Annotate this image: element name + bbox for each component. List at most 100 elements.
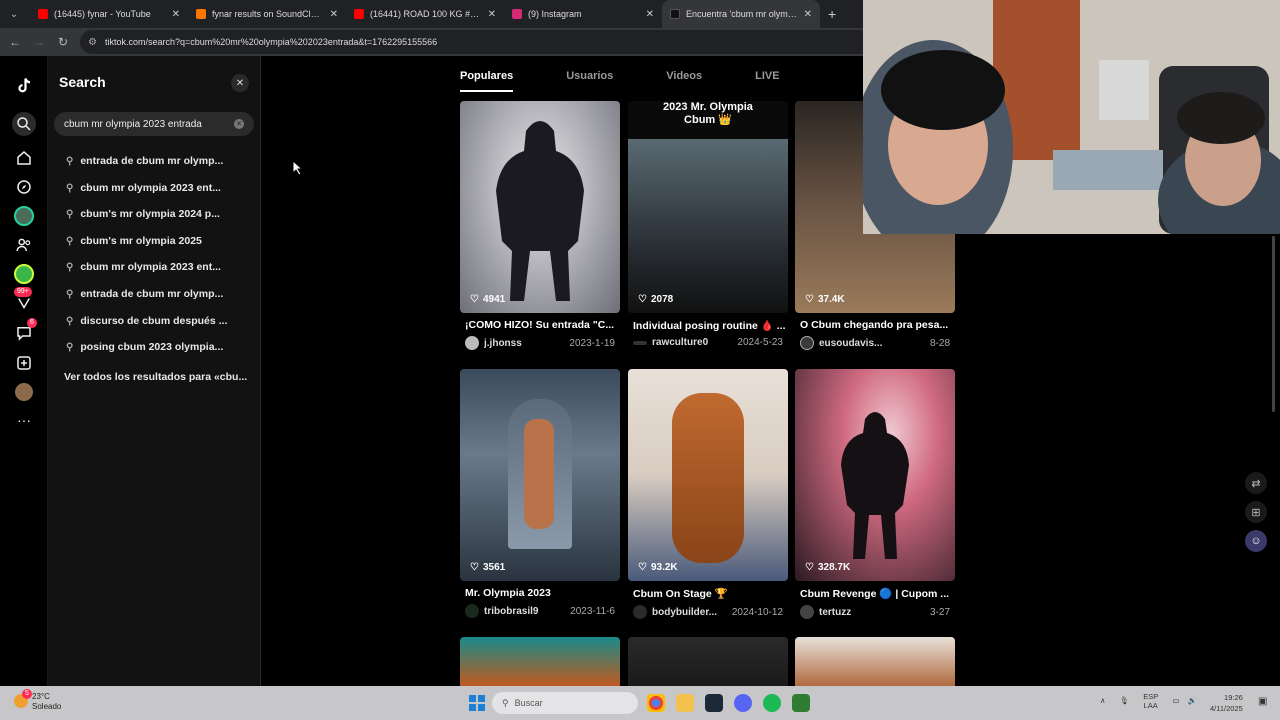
- search-suggestion[interactable]: ⚲ cbum mr olympia 2023 ent...: [66, 178, 256, 198]
- clock[interactable]: 19:26 4/11/2025: [1210, 692, 1243, 714]
- video-caption[interactable]: O Cbum chegando pra pesa...: [795, 319, 955, 331]
- browser-tab-tiktok[interactable]: Encuentra 'cbum mr olympia 2( ✕: [662, 0, 820, 28]
- search-suggestion[interactable]: ⚲ posing cbum 2023 olympia...: [66, 337, 256, 357]
- site-info-icon[interactable]: ⚙: [88, 37, 97, 48]
- username[interactable]: j.jhonss: [484, 338, 565, 349]
- close-tab-icon[interactable]: ✕: [804, 9, 812, 20]
- close-tab-icon[interactable]: ✕: [646, 9, 654, 20]
- search-icon[interactable]: [12, 112, 36, 136]
- taskbar-search[interactable]: ⚲ Buscar: [492, 692, 638, 714]
- username[interactable]: bodybuilder...: [652, 607, 728, 618]
- discord-icon[interactable]: [734, 694, 752, 712]
- video-thumbnail[interactable]: 2023 Mr. Olympia Cbum 👑 ♡ 2078: [628, 101, 788, 313]
- app-icon[interactable]: [792, 694, 810, 712]
- video-thumbnail[interactable]: ♡ 93.2K: [628, 369, 788, 581]
- grid-tool-icon[interactable]: ⊞: [1245, 501, 1267, 523]
- weather-condition: Soleado: [32, 702, 62, 711]
- browser-tab-soundcloud[interactable]: fynar results on SoundCloud ✕: [188, 0, 346, 28]
- tab-live[interactable]: LIVE: [755, 70, 779, 92]
- language-indicator[interactable]: ESP LAA: [1143, 692, 1158, 710]
- file-explorer-icon[interactable]: [676, 694, 694, 712]
- live-icon[interactable]: [12, 262, 36, 286]
- tiktok-logo-icon[interactable]: [12, 74, 36, 98]
- microphone-icon[interactable]: 🎙: [1120, 696, 1130, 705]
- tray-chevron-icon[interactable]: ∧: [1100, 696, 1106, 705]
- video-caption[interactable]: Cbum On Stage 🏆: [628, 587, 788, 600]
- search-placeholder: Buscar: [514, 698, 543, 708]
- scrollbar[interactable]: [1272, 236, 1275, 412]
- profile-avatar-icon[interactable]: [12, 380, 36, 404]
- avatar[interactable]: [465, 336, 479, 350]
- explore-icon[interactable]: [12, 175, 36, 199]
- reload-icon[interactable]: ↻: [51, 35, 75, 49]
- activity-icon[interactable]: 99+: [12, 287, 36, 315]
- tab-users[interactable]: Usuarios: [566, 70, 613, 92]
- avatar[interactable]: [800, 605, 814, 619]
- following-avatar-icon[interactable]: [12, 204, 36, 228]
- video-thumbnail[interactable]: [795, 637, 955, 686]
- video-thumbnail[interactable]: ♡ 3561: [460, 369, 620, 581]
- tab-search-menu-icon[interactable]: ⌄: [4, 4, 24, 24]
- username[interactable]: tribobrasil9: [484, 606, 566, 617]
- avatar[interactable]: [800, 336, 814, 350]
- close-tab-icon[interactable]: ✕: [488, 9, 496, 20]
- search-suggestion[interactable]: ⚲ entrada de cbum mr olymp...: [66, 284, 256, 304]
- avatar[interactable]: [465, 604, 479, 618]
- back-arrow-icon[interactable]: ←: [3, 35, 27, 49]
- translate-icon[interactable]: ⇄: [1245, 472, 1267, 494]
- video-thumbnail[interactable]: [628, 637, 788, 686]
- avatar[interactable]: [633, 340, 647, 345]
- windows-start-icon[interactable]: [469, 695, 485, 711]
- video-caption[interactable]: ¡COMO HIZO! Su entrada "C...: [460, 319, 620, 331]
- video-card[interactable]: ♡ 93.2K Cbum On Stage 🏆 bodybuilder... 20…: [628, 369, 788, 619]
- video-thumbnail[interactable]: ♡ 328.7K: [795, 369, 955, 581]
- username[interactable]: eusoudavis...: [819, 338, 926, 349]
- suggestion-text: cbum's mr olympia 2024 p...: [80, 208, 220, 220]
- avatar[interactable]: [633, 605, 647, 619]
- close-tab-icon[interactable]: ✕: [172, 9, 180, 20]
- browser-tab-youtube-1[interactable]: (16445) fynar - YouTube ✕: [30, 0, 188, 28]
- video-thumbnail[interactable]: [460, 637, 620, 686]
- username[interactable]: tertuzz: [819, 607, 926, 618]
- video-card[interactable]: ♡ 3561 Mr. Olympia 2023 tribobrasil9 2023…: [460, 369, 620, 618]
- close-tab-icon[interactable]: ✕: [330, 9, 338, 20]
- search-input[interactable]: cbum mr olympia 2023 entrada ✕: [54, 112, 254, 136]
- more-icon[interactable]: ···: [12, 408, 36, 432]
- video-card[interactable]: ♡ 328.7K Cbum Revenge 🔵 | Cupom ... tertu…: [795, 369, 955, 619]
- inbox-icon[interactable]: 6: [12, 318, 37, 345]
- search-suggestion[interactable]: ⚲ discurso de cbum después ...: [66, 311, 256, 331]
- new-tab-icon[interactable]: +: [828, 6, 836, 22]
- browser-tab-youtube-2[interactable]: (16441) ROAD 100 KG #2 / Mi p ✕: [346, 0, 504, 28]
- video-card[interactable]: 2023 Mr. Olympia Cbum 👑 ♡ 2078 Individual…: [628, 101, 788, 348]
- close-icon[interactable]: ✕: [231, 74, 249, 92]
- clear-search-icon[interactable]: ✕: [234, 119, 244, 129]
- chrome-icon[interactable]: [647, 694, 665, 712]
- see-all-results-link[interactable]: Ver todos los resultados para «cbu...: [64, 371, 247, 383]
- search-suggestion[interactable]: ⚲ entrada de cbum mr olymp...: [66, 151, 256, 171]
- username[interactable]: rawculture0: [652, 337, 733, 348]
- video-caption[interactable]: Cbum Revenge 🔵 | Cupom ...: [795, 587, 955, 600]
- steam-icon[interactable]: [705, 694, 723, 712]
- upload-icon[interactable]: [12, 351, 36, 375]
- browser-tab-instagram[interactable]: (9) Instagram ✕: [504, 0, 662, 28]
- address-bar[interactable]: ⚙ tiktok.com/search?q=cbum%20mr%20olympi…: [80, 30, 880, 54]
- suggestion-text: cbum mr olympia 2023 ent...: [80, 261, 221, 273]
- suggestion-text: posing cbum 2023 olympia...: [80, 341, 224, 353]
- network-icon[interactable]: ▭: [1172, 696, 1179, 705]
- video-caption[interactable]: Individual posing routine 🩸 ...: [628, 319, 788, 332]
- video-thumbnail[interactable]: ♡ 4941: [460, 101, 620, 313]
- home-icon[interactable]: [12, 146, 36, 170]
- video-card[interactable]: ♡ 4941 ¡COMO HIZO! Su entrada "C... j.jho…: [460, 101, 620, 350]
- search-suggestion[interactable]: ⚲ cbum's mr olympia 2024 p...: [66, 204, 256, 224]
- search-suggestion[interactable]: ⚲ cbum's mr olympia 2025: [66, 231, 256, 251]
- spotify-icon[interactable]: [763, 694, 781, 712]
- video-caption[interactable]: Mr. Olympia 2023: [460, 587, 620, 599]
- volume-icon[interactable]: 🔊: [1188, 696, 1197, 705]
- assistant-icon[interactable]: ☺: [1245, 530, 1267, 552]
- tab-videos[interactable]: Videos: [666, 70, 702, 92]
- tab-top[interactable]: Populares: [460, 70, 514, 92]
- forward-arrow-icon[interactable]: →: [27, 35, 51, 49]
- friends-icon[interactable]: [12, 233, 36, 257]
- search-suggestion[interactable]: ⚲ cbum mr olympia 2023 ent...: [66, 257, 256, 277]
- notifications-icon[interactable]: ▣: [1258, 696, 1267, 707]
